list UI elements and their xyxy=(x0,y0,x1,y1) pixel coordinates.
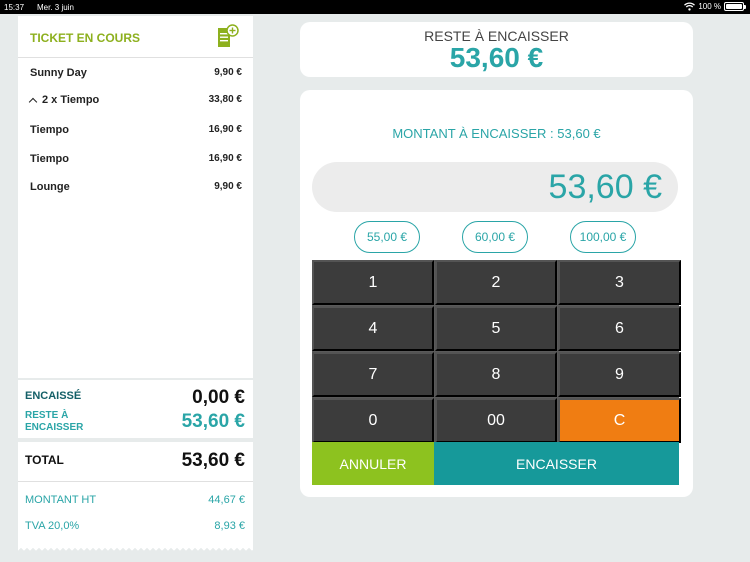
wifi-icon xyxy=(684,2,696,11)
ticket-line-name: 2 x Tiempo xyxy=(42,94,100,106)
payment-actions: ANNULER ENCAISSER xyxy=(312,442,679,485)
total-label: TOTAL xyxy=(25,453,64,467)
reste-value: 53,60 € xyxy=(181,411,245,432)
ticket-line-name: Sunny Day xyxy=(30,67,87,79)
ht-value: 44,67 € xyxy=(208,494,245,506)
amount-display-value: 53,60 € xyxy=(548,168,662,206)
encaisse-value: 0,00 € xyxy=(192,387,245,408)
status-time: 15:37 xyxy=(4,3,25,12)
key-6[interactable]: 6 xyxy=(558,306,681,351)
ticket-line-name-wrap: 2 x Tiempo xyxy=(28,94,100,106)
remaining-card: RESTE À ENCAISSER 53,60 € xyxy=(300,22,693,77)
key-9[interactable]: 9 xyxy=(558,352,681,397)
tva-label: TVA 20,0% xyxy=(25,520,80,532)
ticket-line-price: 16,90 € xyxy=(208,153,242,164)
key-1[interactable]: 1 xyxy=(312,260,434,305)
ticket-line-price: 9,90 € xyxy=(214,181,242,192)
clear-button[interactable]: C xyxy=(558,398,681,443)
key-00[interactable]: 00 xyxy=(435,398,557,443)
ticket-line[interactable]: Tiempo 16,90 € xyxy=(30,153,242,165)
ticket-line[interactable]: Tiempo 16,90 € xyxy=(30,124,242,136)
key-8[interactable]: 8 xyxy=(435,352,557,397)
tva-value: 8,93 € xyxy=(214,520,245,532)
numeric-keypad: 1 2 3 4 5 6 7 8 9 0 00 C xyxy=(312,260,681,443)
key-3[interactable]: 3 xyxy=(558,260,681,305)
key-5[interactable]: 5 xyxy=(435,306,557,351)
ticket-line-name: Tiempo xyxy=(30,124,69,136)
key-7[interactable]: 7 xyxy=(312,352,434,397)
payment-card: MONTANT À ENCAISSER : 53,60 € 53,60 € 55… xyxy=(300,90,693,497)
key-4[interactable]: 4 xyxy=(312,306,434,351)
ticket-title: TICKET EN COURS xyxy=(30,31,141,45)
key-0[interactable]: 0 xyxy=(312,398,434,443)
ticket-line-price: 16,90 € xyxy=(208,124,242,135)
add-ticket-icon[interactable] xyxy=(217,24,239,48)
collect-button[interactable]: ENCAISSER xyxy=(434,442,679,485)
battery-icon xyxy=(724,2,746,11)
ticket-panel: TICKET EN COURS Sunny Day 9,90 € 2 x Tie… xyxy=(18,16,253,378)
ticket-line[interactable]: Lounge 9,90 € xyxy=(30,181,242,193)
payment-summary: ENCAISSÉ 0,00 € RESTE À ENCAISSER 53,60 … xyxy=(18,380,253,438)
ticket-line-name: Lounge xyxy=(30,181,70,193)
battery-percent: 100 % xyxy=(698,2,721,11)
total-row: TOTAL 53,60 € xyxy=(18,442,253,482)
ticket-line[interactable]: Sunny Day 9,90 € xyxy=(30,67,242,79)
quick-amount-button[interactable]: 60,00 € xyxy=(462,221,528,253)
ticket-line-group[interactable]: 2 x Tiempo 33,80 € xyxy=(28,94,242,106)
status-indicators: 100 % xyxy=(684,2,746,11)
remaining-value: 53,60 € xyxy=(449,42,544,73)
amount-to-collect-label: MONTANT À ENCAISSER : 53,60 € xyxy=(392,126,601,141)
status-date: Mer. 3 juin xyxy=(37,3,74,12)
ticket-line-price: 33,80 € xyxy=(208,94,242,105)
quick-amount-button[interactable]: 100,00 € xyxy=(570,221,636,253)
reste-label: RESTE À ENCAISSER xyxy=(25,410,84,433)
ht-label: MONTANT HT xyxy=(25,494,97,506)
amount-display[interactable]: 53,60 € xyxy=(312,162,678,212)
totals-panel: TOTAL 53,60 € MONTANT HT 44,67 € TVA 20,… xyxy=(18,442,253,553)
cancel-button[interactable]: ANNULER xyxy=(312,442,434,485)
status-bar: 15:37 Mer. 3 juin 100 % xyxy=(0,0,750,14)
key-2[interactable]: 2 xyxy=(435,260,557,305)
ticket-line-price: 9,90 € xyxy=(214,67,242,78)
encaisse-label: ENCAISSÉ xyxy=(25,390,82,402)
ticket-line-name: Tiempo xyxy=(30,153,69,165)
chevron-up-icon[interactable] xyxy=(28,97,38,106)
total-value: 53,60 € xyxy=(181,450,245,471)
quick-amount-button[interactable]: 55,00 € xyxy=(354,221,420,253)
ticket-header: TICKET EN COURS xyxy=(18,16,253,58)
